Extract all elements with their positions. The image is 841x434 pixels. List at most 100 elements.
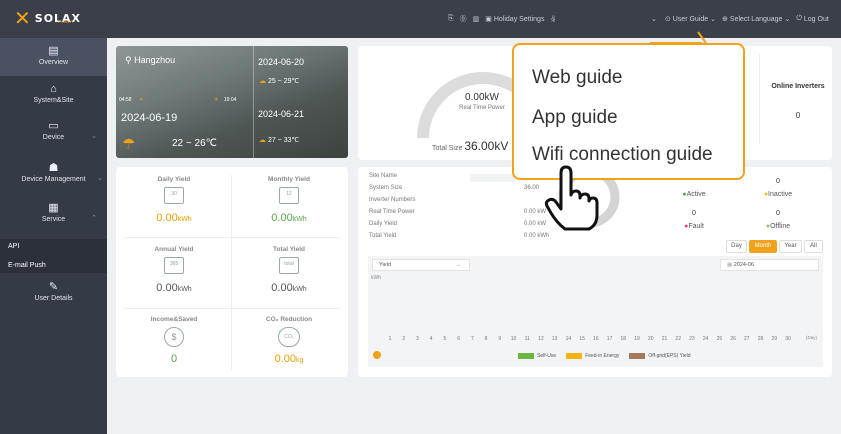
x-tick-label: 20 <box>648 336 654 342</box>
legend-label: Feed-in Energy <box>585 353 620 360</box>
legend-item[interactable]: Self-Use <box>518 353 556 359</box>
logout-button[interactable]: Log Out <box>804 16 829 23</box>
x-tick-label: 9 <box>498 336 501 342</box>
app-guide-option[interactable]: App guide <box>532 107 618 129</box>
sidebar-item-label: Service <box>41 216 66 223</box>
wifi-connection-guide-option[interactable]: Wifi connection guide <box>532 144 713 166</box>
total-size-value: 36.00kV <box>464 139 509 153</box>
x-tick-label: 22 <box>675 336 681 342</box>
language-select[interactable]: Select Language <box>730 16 783 23</box>
x-tick-label: 24 <box>703 336 709 342</box>
daily-yield: Daily Yield 30 0.00kWh <box>122 176 226 224</box>
x-tick-label: 5 <box>444 336 447 342</box>
user-guide-menu[interactable]: User Guide <box>673 16 708 23</box>
forecast-temp-2-value: 27 ~ 33℃ <box>267 137 300 144</box>
x-tick-label: 23 <box>689 336 695 342</box>
grid-icon[interactable]: ▥ <box>473 15 480 23</box>
yield-chart: 1 2 3 4 5 6 7 8 9 10 11 12 13 14 15 16 17 18 19 20 21 22 23 24 2… <box>389 336 791 342</box>
tab-year[interactable]: Year <box>779 240 802 253</box>
sunrise-time: 04:58 ☀ <box>119 97 143 103</box>
forecast-temp-1-value: 25 ~ 29℃ <box>267 78 300 85</box>
yield-divider <box>231 175 232 370</box>
offline-label: Offline <box>770 223 791 230</box>
x-tick-label: 14 <box>566 336 572 342</box>
x-tick-label: 1 <box>389 336 392 342</box>
service-icon: ▦ <box>48 202 59 214</box>
monthly-yield-value: 0.00kWh <box>237 212 341 224</box>
legend-item[interactable]: Feed-in Energy <box>566 353 619 359</box>
value-number: 0.00 <box>156 212 178 224</box>
forecast-temp-1: ☁ 25 ~ 29℃ <box>259 77 299 85</box>
top-nav-right: ⌄ ⊙ User Guide ⌄ ⊕ Select Language ⌄ ⏻ L… <box>651 0 835 38</box>
x-tick-label: 12 <box>538 336 544 342</box>
holiday-settings-link[interactable]: Holiday Settings <box>494 16 545 23</box>
forecast-temp-2: ☁ 27 ~ 33℃ <box>259 136 299 144</box>
x-tick-label: 19 <box>634 336 640 342</box>
tab-day[interactable]: Day <box>726 240 747 253</box>
annual-yield-title: Annual Yield <box>154 246 194 253</box>
x-tick-label: 26 <box>730 336 736 342</box>
sidebar-item-overview[interactable]: ▤ Overview <box>0 38 107 76</box>
info-icon[interactable]: ⓪ <box>460 14 467 24</box>
screen-icon[interactable]: ⎘ <box>448 15 454 23</box>
money-icon: $ <box>164 327 184 347</box>
x-tick-label: 27 <box>744 336 750 342</box>
calendar-icon-text: total <box>284 261 294 267</box>
chart-legend: Self-Use Feed-in Energy Off-grid(EPS) Yiel… <box>518 353 701 359</box>
co2-reduction: CO₂ Reduction CO₂ 0.00kg <box>237 316 341 365</box>
system-size-label: System Size <box>369 185 403 191</box>
location-pin-icon: ⚲ <box>125 55 132 65</box>
x-tick-label: 11 <box>525 336 530 342</box>
inactive-status: ●Inactive <box>748 191 808 198</box>
sidebar-item-email-push[interactable]: E-mail Push <box>0 262 107 269</box>
x-tick-label: 17 <box>607 336 613 342</box>
x-tick-label: 25 <box>717 336 723 342</box>
forecast-date-2: 2024-06-21 <box>258 109 305 119</box>
sidebar-item-user-details[interactable]: ✎ User Details <box>0 281 107 302</box>
x-tick-label: 2 <box>402 336 405 342</box>
calendar-icon: 30 <box>164 187 184 204</box>
sidebar-item-device-management[interactable]: ☗ Device Management ⌄ <box>0 162 107 192</box>
web-guide-option[interactable]: Web guide <box>532 67 623 89</box>
x-tick-label: 29 <box>771 336 777 342</box>
site-name-value <box>470 174 515 182</box>
sidebar-item-label: Overview <box>38 59 69 66</box>
online-inverters-value: 0 <box>795 111 801 120</box>
co2-reduction-value: 0.00kg <box>237 353 341 365</box>
legend-swatch <box>566 353 583 359</box>
sunrise-icon: ☀ <box>138 97 144 103</box>
legend-swatch <box>629 353 646 359</box>
inactive-count: 0 <box>776 178 780 185</box>
inactive-label: Inactive <box>768 191 793 198</box>
sidebar-item-system-site[interactable]: ⌂ System&Site <box>0 83 107 104</box>
city-name: Hangzhou <box>134 55 176 65</box>
value-unit: kWh <box>292 216 307 223</box>
yield-divider <box>124 237 340 238</box>
fault-count: 0 <box>692 210 696 217</box>
sidebar-item-device[interactable]: ▭ Device ⌄ <box>0 120 107 150</box>
solax-logo[interactable]: ✕ SOLAX <box>14 8 81 28</box>
daily-yield-label: Daily Yield <box>369 221 398 227</box>
income-saved-value: 0 <box>170 353 178 365</box>
gauge-divider <box>759 54 760 144</box>
location: ⚲ Hangzhou <box>125 55 175 66</box>
calendar-icon-text: 12 <box>286 191 292 197</box>
value-unit: kg <box>296 357 304 364</box>
weather-divider <box>253 46 254 158</box>
x-tick-label: 21 <box>662 336 668 342</box>
x-tick-label: 6 <box>457 336 460 342</box>
sidebar-item-service[interactable]: ▦ Service ⌃ <box>0 202 107 232</box>
tab-all[interactable]: All <box>804 240 823 253</box>
sidebar-item-label: Device Management <box>21 176 86 183</box>
tab-month[interactable]: Month <box>749 240 777 253</box>
chart-marker-icon <box>373 351 381 359</box>
legend-item[interactable]: Off-grid(EPS) Yield <box>629 353 691 359</box>
sidebar-item-api[interactable]: API <box>0 243 107 250</box>
top-nav-left: ⎘ ⓪ ▥ ▣ Holiday Settings ꆜ <box>448 0 562 38</box>
forecast-date-1: 2024-06-20 <box>258 57 305 67</box>
user-icon[interactable]: ꆜ <box>550 14 555 24</box>
sunset-icon: ☀ <box>214 97 219 103</box>
active-status: ●Active <box>664 191 724 198</box>
power-icon: ⏻ <box>796 15 802 22</box>
today-temperature: 22 ~ 26℃ <box>172 138 217 149</box>
